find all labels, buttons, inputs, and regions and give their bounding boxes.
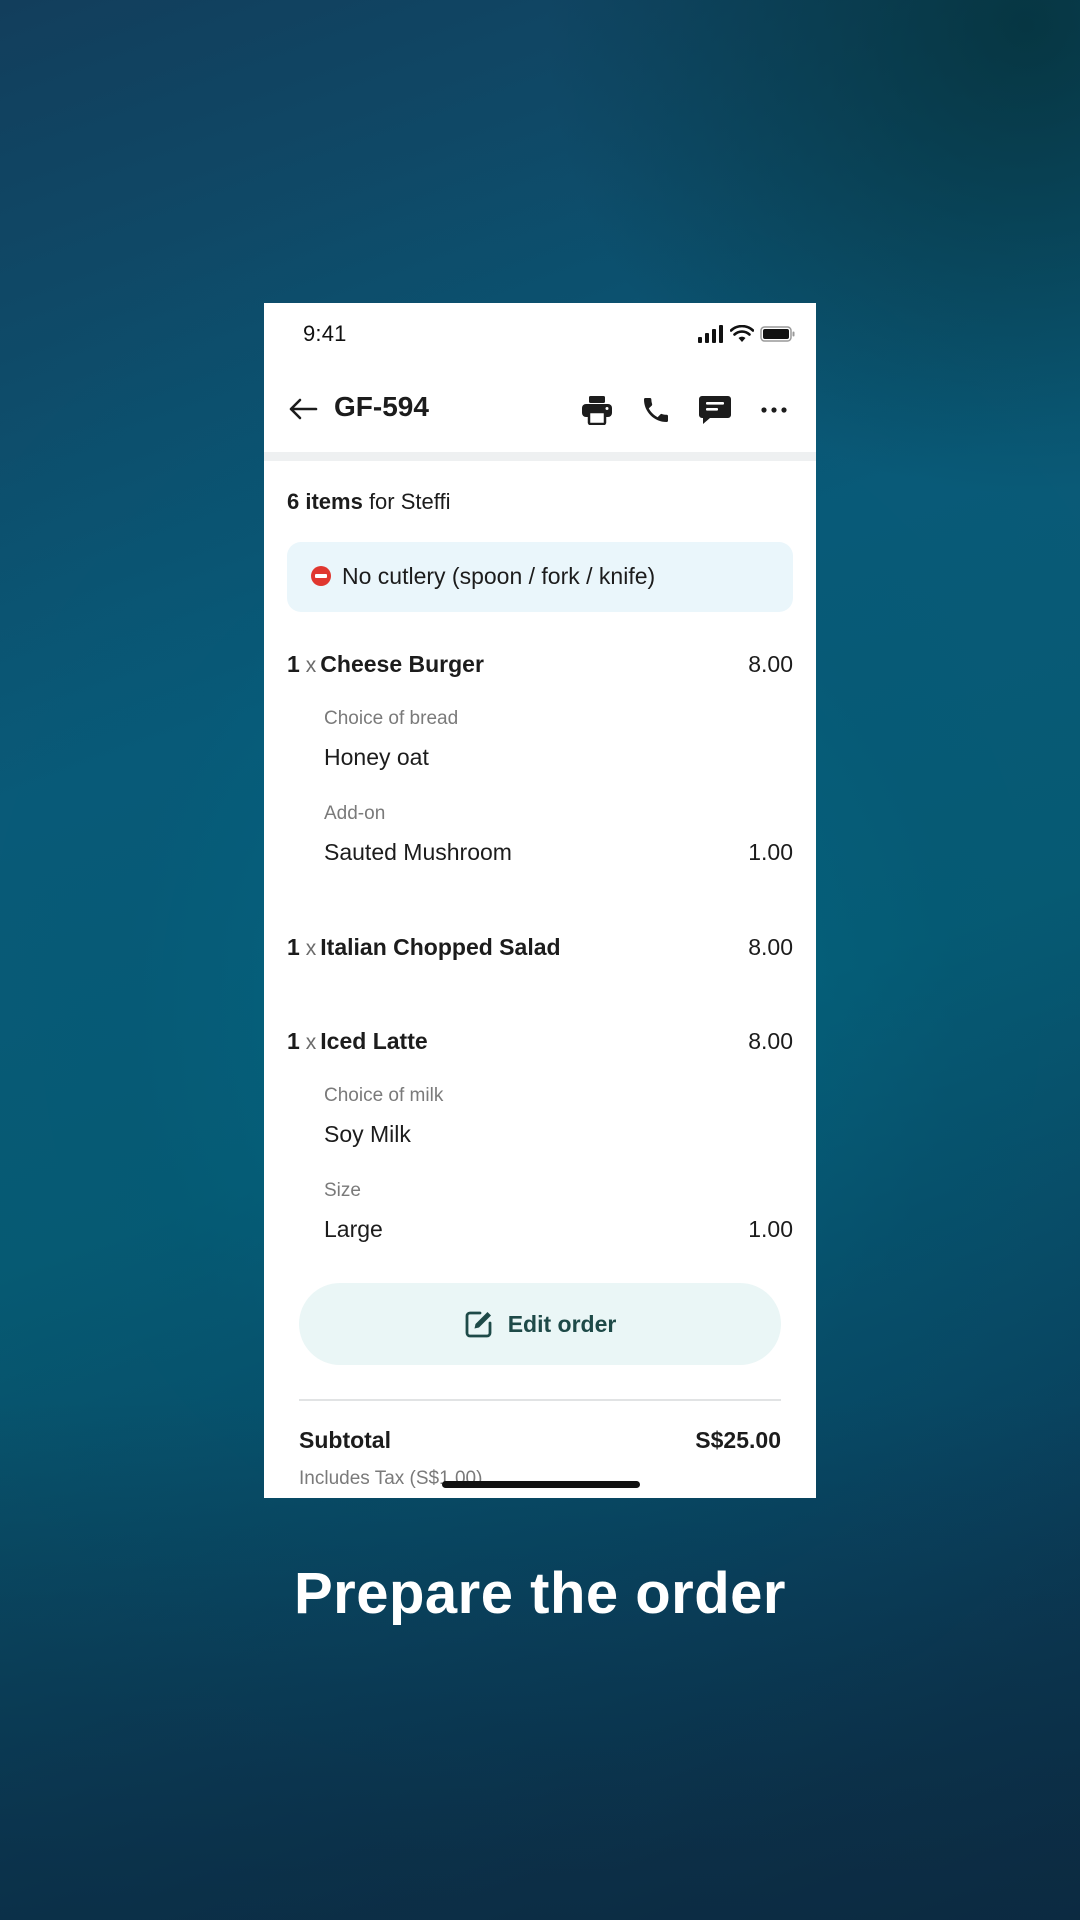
chat-button[interactable] <box>695 390 735 430</box>
option-price: 1.00 <box>748 1216 793 1242</box>
option-value: Honey oat <box>324 744 793 771</box>
more-options-button[interactable] <box>754 390 794 430</box>
top-app-bar: GF-594 <box>264 365 816 455</box>
back-arrow-icon <box>289 398 318 420</box>
subtotal-value: S$25.00 <box>695 1427 781 1453</box>
phone-icon <box>644 398 668 422</box>
edit-icon <box>465 1311 492 1338</box>
item-name: Iced Latte <box>320 1028 428 1054</box>
option-value-text: Soy Milk <box>324 1121 411 1147</box>
option-label: Choice of bread <box>324 708 459 729</box>
customer-name: for Steffi <box>362 489 451 514</box>
items-summary: 6 items for Steffi <box>287 489 450 515</box>
item-name: Cheese Burger <box>320 651 484 677</box>
item-price: 8.00 <box>748 934 793 960</box>
subtotal-label: Subtotal <box>299 1427 391 1453</box>
more-icon <box>761 407 787 413</box>
items-count: 6 items <box>287 489 363 514</box>
option-label: Add-on <box>324 803 386 824</box>
option-label: Choice of milk <box>324 1085 444 1106</box>
item-quantity: 1 <box>287 934 300 960</box>
option-value: Sauted Mushroom 1.00 <box>324 839 793 866</box>
promo-caption: Prepare the order <box>293 1561 786 1626</box>
item-price: 8.00 <box>748 651 793 677</box>
edit-order-button[interactable]: Edit order <box>299 1283 781 1365</box>
quantity-separator: x <box>305 937 317 960</box>
option-value: Soy Milk <box>324 1121 793 1148</box>
print-button[interactable] <box>577 390 617 430</box>
quantity-separator: x <box>305 654 317 677</box>
note-text: No cutlery (spoon / fork / knife) <box>342 563 656 589</box>
back-button[interactable] <box>286 392 320 426</box>
option-value-text: Honey oat <box>324 744 429 770</box>
item-price: 8.00 <box>748 1028 793 1054</box>
option-price: 1.00 <box>748 839 793 865</box>
home-indicator[interactable] <box>442 1481 640 1488</box>
order-id-title: GF-594 <box>334 391 429 422</box>
status-time: 9:41 <box>303 321 347 346</box>
header-divider <box>264 452 816 461</box>
chat-icon <box>699 396 731 424</box>
option-value: Large 1.00 <box>324 1216 793 1243</box>
order-item: 1 x Italian Chopped Salad 8.00 <box>287 934 793 966</box>
option-value-text: Large <box>324 1216 383 1242</box>
printer-icon <box>582 396 612 425</box>
status-icons <box>698 323 796 345</box>
cutlery-note: No cutlery (spoon / fork / knife) <box>287 542 793 612</box>
order-item: 1 x Iced Latte 8.00 <box>287 1028 793 1060</box>
call-button[interactable] <box>636 390 676 430</box>
item-name: Italian Chopped Salad <box>320 934 561 960</box>
quantity-separator: x <box>305 1031 317 1054</box>
wifi-icon <box>730 325 754 342</box>
status-bar: 9:41 <box>264 303 816 365</box>
edit-order-content: Edit order <box>299 1283 781 1365</box>
no-entry-icon <box>311 566 331 586</box>
signal-icon <box>698 325 723 343</box>
option-value-text: Sauted Mushroom <box>324 839 512 865</box>
totals-divider <box>299 1399 781 1401</box>
phone-screen: 9:41 GF-594 6 items for Steffi No cutler… <box>264 303 816 1498</box>
order-item: 1 x Cheese Burger 8.00 <box>287 651 793 683</box>
edit-order-label: Edit order <box>507 1310 617 1337</box>
battery-icon <box>760 326 795 342</box>
option-label: Size <box>324 1180 361 1201</box>
item-quantity: 1 <box>287 651 300 677</box>
item-quantity: 1 <box>287 1028 300 1054</box>
